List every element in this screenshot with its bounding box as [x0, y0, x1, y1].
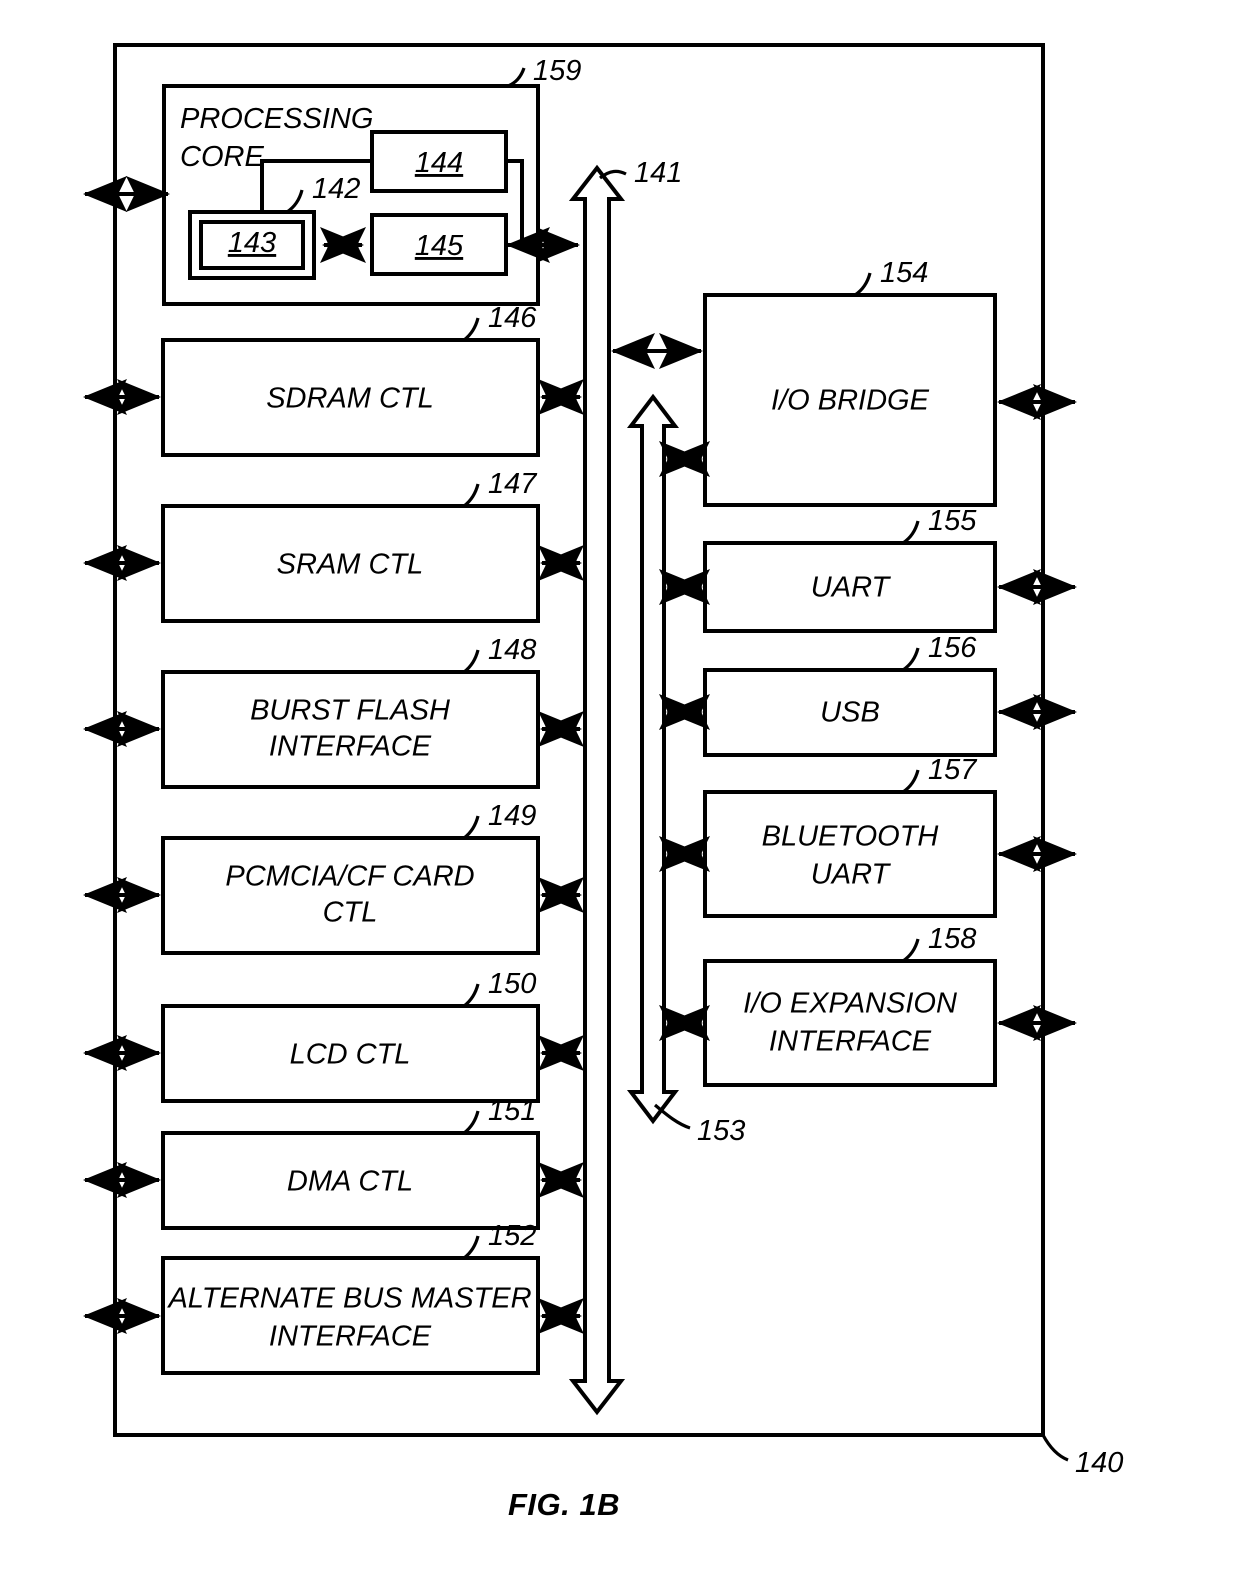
- ref-159: 159: [533, 55, 581, 87]
- ref-149: 149: [488, 800, 536, 832]
- secondary-bus-153: [626, 393, 680, 1125]
- block-io-bridge: I/O BRIDGE 154: [611, 257, 1077, 507]
- block-sram-ctl-label: SRAM CTL: [277, 549, 424, 581]
- block-pcmcia-cf-label-line1: PCMCIA/CF CARD: [225, 861, 474, 893]
- core-wire-144-to-145: [506, 159, 524, 247]
- block-alt-bus-master: ALTERNATE BUS MASTER INTERFACE 152: [83, 1220, 584, 1375]
- lead-line-155: [902, 520, 920, 545]
- figure-1b-block-diagram: PROCESSING CORE 159 144 145 143 142 141 …: [83, 43, 1123, 1522]
- ref-140: 140: [1075, 1447, 1123, 1479]
- block-pcmcia-cf: PCMCIA/CF CARD CTL 149: [83, 800, 584, 955]
- block-alt-bus-master-label-line2: INTERFACE: [269, 1321, 432, 1353]
- ref-154: 154: [880, 257, 928, 289]
- ref-146: 146: [488, 302, 537, 334]
- block-lcd-ctl-label: LCD CTL: [290, 1039, 411, 1071]
- block-sdram-ctl-label: SDRAM CTL: [266, 383, 434, 415]
- lead-line-156: [902, 647, 920, 672]
- ref-155: 155: [928, 505, 977, 537]
- block-pcmcia-cf-rect: [161, 836, 540, 955]
- lead-line-140: [1041, 1434, 1069, 1462]
- block-alt-bus-master-label-line1: ALTERNATE BUS MASTER: [166, 1283, 531, 1315]
- lead-line-158: [902, 938, 920, 963]
- ref-142: 142: [312, 173, 360, 205]
- lead-line-154: [854, 272, 872, 297]
- lead-line-159: [507, 67, 526, 88]
- lead-line-151: [463, 1110, 480, 1135]
- ref-147: 147: [488, 468, 538, 500]
- core-unit-143-label: 143: [228, 227, 276, 259]
- ref-156: 156: [928, 632, 977, 664]
- lead-line-150: [463, 983, 480, 1008]
- core-unit-145-label: 145: [415, 230, 464, 262]
- block-alt-bus-master-rect: [161, 1256, 540, 1375]
- block-burst-flash-label-line2: INTERFACE: [269, 731, 432, 763]
- ref-151: 151: [488, 1095, 536, 1127]
- block-burst-flash-rect: [161, 670, 540, 789]
- block-dma-ctl: DMA CTL 151: [83, 1095, 584, 1230]
- block-sram-ctl: SRAM CTL 147: [83, 468, 584, 623]
- block-bluetooth-uart-label-line2: UART: [811, 859, 892, 891]
- block-bluetooth-uart: BLUETOOTH UART 157: [659, 754, 1077, 918]
- ref-150: 150: [488, 968, 536, 1000]
- figure-caption: FIG. 1B: [508, 1487, 620, 1522]
- lead-line-142: [286, 189, 304, 214]
- lead-line-141: [599, 169, 627, 180]
- block-io-expansion-label-line2: INTERFACE: [769, 1026, 932, 1058]
- ref-152: 152: [488, 1220, 536, 1252]
- ref-148: 148: [488, 634, 536, 666]
- block-bluetooth-uart-label-line1: BLUETOOTH: [762, 821, 939, 853]
- lead-line-146: [463, 317, 480, 342]
- lead-line-157: [902, 769, 920, 794]
- block-usb: USB 156: [659, 632, 1077, 757]
- block-burst-flash: BURST FLASH INTERFACE 148: [83, 634, 584, 789]
- block-uart: UART 155: [659, 505, 1077, 633]
- block-burst-flash-label-line1: BURST FLASH: [250, 695, 450, 727]
- block-pcmcia-cf-label-line2: CTL: [323, 897, 378, 929]
- main-bus-141: [568, 164, 626, 1416]
- ref-153: 153: [697, 1115, 745, 1147]
- lead-line-149: [463, 815, 480, 840]
- patent-figure-page: PROCESSING CORE 159 144 145 143 142 141 …: [0, 0, 1240, 1578]
- lead-line-153: [653, 1103, 691, 1130]
- block-io-expansion: I/O EXPANSION INTERFACE 158: [659, 923, 1077, 1087]
- block-io-expansion-label-line1: I/O EXPANSION: [743, 988, 957, 1020]
- processing-core-title-line2: CORE: [180, 141, 264, 173]
- lead-line-152: [463, 1235, 480, 1260]
- block-io-bridge-label: I/O BRIDGE: [771, 385, 930, 417]
- block-lcd-ctl: LCD CTL 150: [83, 968, 584, 1103]
- lead-line-147: [463, 483, 480, 508]
- processing-core-title-line1: PROCESSING: [180, 103, 373, 135]
- core-unit-144-label: 144: [415, 147, 463, 179]
- ref-158: 158: [928, 923, 976, 955]
- ref-157: 157: [928, 754, 978, 786]
- block-dma-ctl-label: DMA CTL: [287, 1166, 413, 1198]
- lead-line-148: [463, 649, 480, 674]
- ref-141: 141: [634, 157, 682, 189]
- block-bluetooth-uart-rect: [703, 790, 997, 918]
- block-sdram-ctl: SDRAM CTL 146: [83, 302, 584, 457]
- block-uart-label: UART: [811, 572, 892, 604]
- block-io-expansion-rect: [703, 959, 997, 1087]
- block-usb-label: USB: [820, 697, 880, 729]
